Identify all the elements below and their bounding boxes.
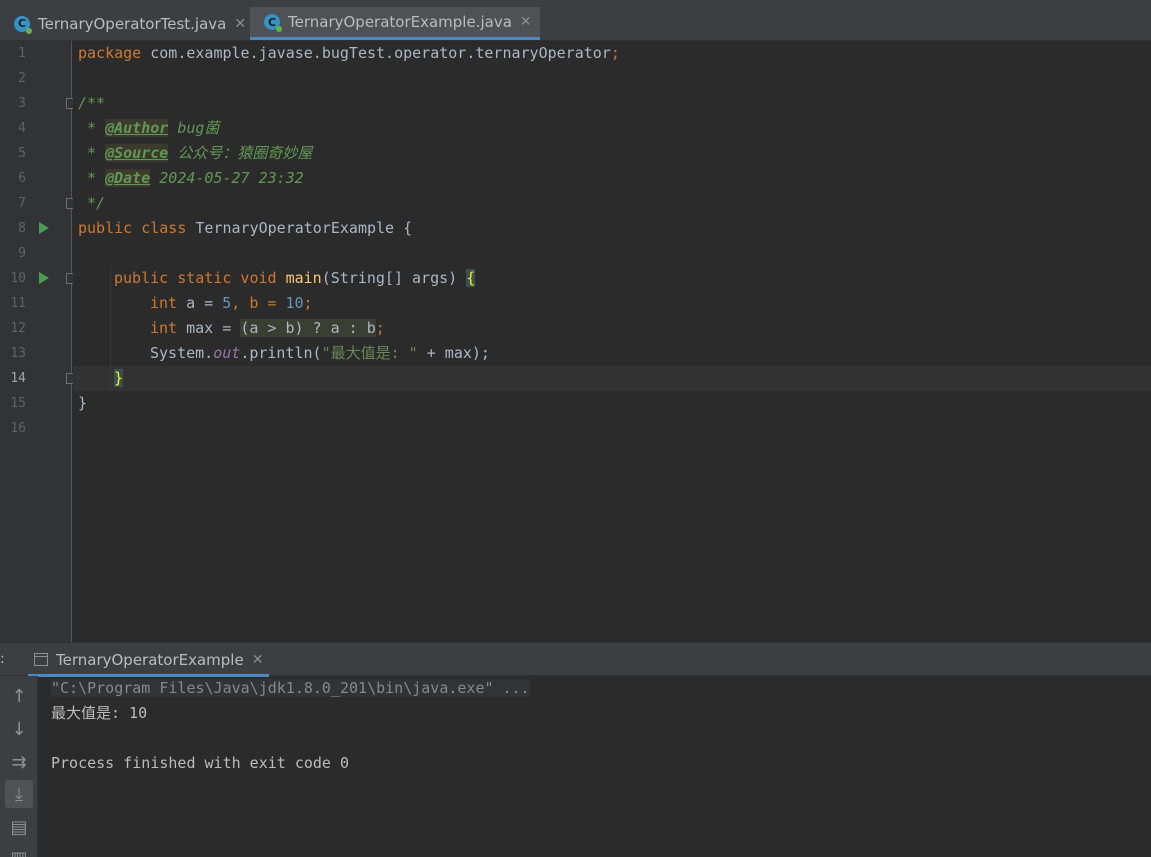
line-number: 15 [10,396,26,411]
code-line-7: */ [78,194,106,212]
arrow-up-icon[interactable]: ↑ [5,682,33,710]
line-number-current: 14 [10,371,26,386]
code-line-13: System.out.println("最大值是: " + max); [150,344,490,362]
scroll-to-end-icon[interactable]: ⤓ [5,780,33,808]
editor-tab-bar: C TernaryOperatorTest.java ✕ C TernaryOp… [0,0,1151,41]
code-line-10: public static void main(String[] args) { [114,269,476,287]
soft-wrap-icon[interactable]: ⇉ [5,748,33,776]
code-line-5: * @Source 公众号：猿圈奇妙屋 [78,144,313,162]
code-line-11: int a = 5, b = 10; [150,294,313,312]
run-tab-label: TernaryOperatorExample [56,650,244,669]
tab-ternary-operator-test[interactable]: C TernaryOperatorTest.java ✕ [0,7,254,40]
line-number: 7 [18,196,26,211]
line-number: 13 [10,346,26,361]
run-tab-ternary-operator-example[interactable]: TernaryOperatorExample ✕ [28,645,270,677]
java-class-icon: C [264,14,282,32]
close-icon[interactable]: ✕ [520,14,532,30]
java-class-icon: C [14,15,32,34]
code-line-8: public class TernaryOperatorExample { [78,219,413,237]
console-line: Process finished with exit code 0 [51,754,350,772]
line-number: 6 [18,171,26,186]
code-line-4: * @Author bug菌 [78,119,220,137]
indent-guide [110,266,111,391]
code-line-14: } [114,369,124,387]
code-line-12: int max = (a > b) ? a : b; [150,319,385,337]
line-number: 10 [10,271,26,286]
line-number: 12 [10,321,26,336]
line-number: 8 [18,221,26,236]
line-number: 4 [18,121,26,136]
close-icon[interactable]: ✕ [252,652,264,668]
tab-label: TernaryOperatorExample.java [288,13,512,31]
console-line: "C:\Program Files\Java\jdk1.8.0_201\bin\… [51,679,530,697]
run-toolbar: ↑ ↓ ⇉ ⤓ ▤ ▥ [0,676,38,857]
run-class-icon[interactable] [39,222,49,234]
console-window-icon [34,653,48,666]
print-icon[interactable]: ▤ [5,813,33,841]
current-line-highlight [73,366,1151,391]
line-number: 2 [18,71,26,86]
line-number: 16 [10,421,26,436]
close-icon[interactable]: ✕ [234,16,246,32]
arrow-down-icon[interactable]: ↓ [5,715,33,743]
run-panel-prefix: : [0,651,5,667]
run-panel-header: : TernaryOperatorExample ✕ [0,642,1151,677]
line-number: 9 [18,246,26,261]
console-line: 最大值是: 10 [51,704,148,722]
line-number: 3 [18,96,26,111]
line-number: 11 [10,296,26,311]
trash-icon[interactable]: ▥ [5,844,33,857]
line-number: 1 [18,46,26,61]
code-line-15: } [78,394,88,412]
code-line-6: * @Date 2024-05-27 23:32 [78,169,304,187]
code-line-3: /** [78,94,106,112]
editor-gutter: 1 2 3 4 5 6 7 8 9 10 11 12 13 14 15 16 [0,41,76,642]
run-main-icon[interactable] [39,272,49,284]
line-number: 5 [18,146,26,161]
tab-ternary-operator-example[interactable]: C TernaryOperatorExample.java ✕ [250,7,540,40]
code-line-1: package com.example.javase.bugTest.opera… [78,44,620,62]
console-output[interactable]: "C:\Program Files\Java\jdk1.8.0_201\bin\… [51,676,1141,776]
code-editor[interactable]: package com.example.javase.bugTest.opera… [73,41,1151,642]
tab-label: TernaryOperatorTest.java [38,14,227,33]
run-tool-window: : TernaryOperatorExample ✕ ↑ ↓ ⇉ ⤓ ▤ ▥ "… [0,642,1151,857]
